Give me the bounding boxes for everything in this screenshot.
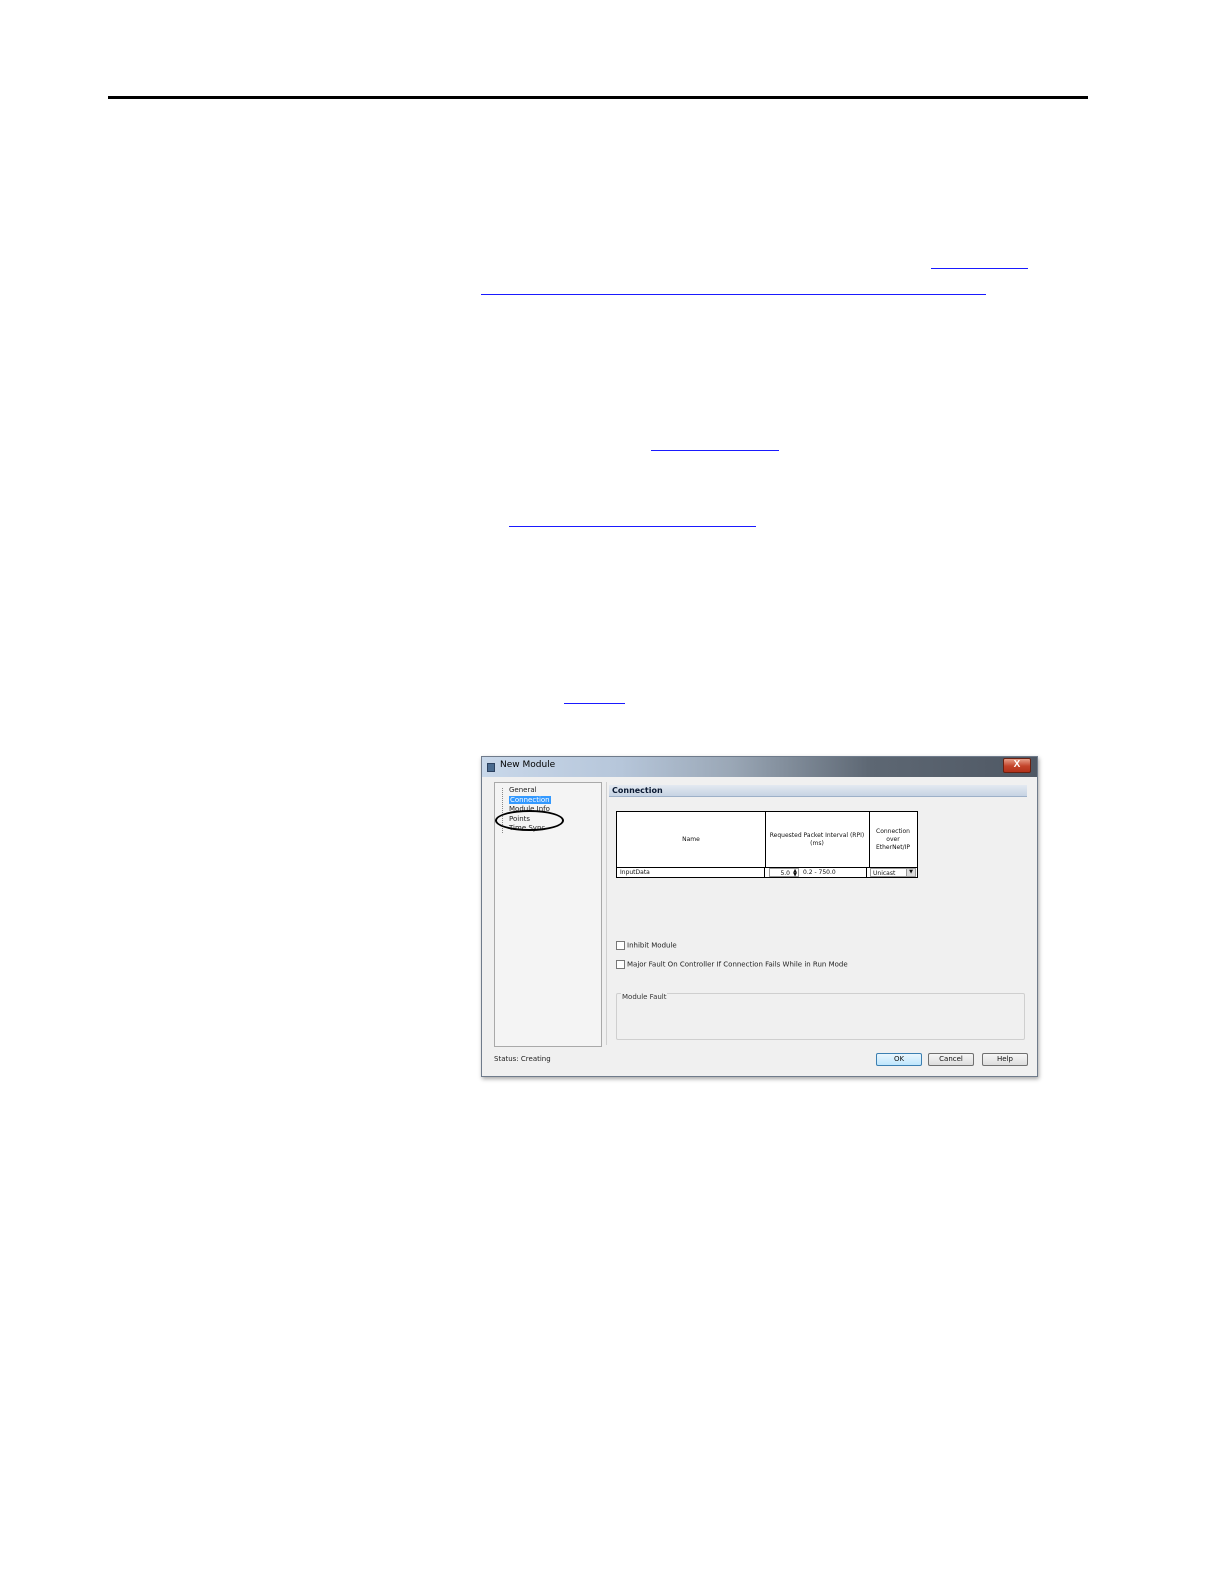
row-name: InputData xyxy=(617,868,765,877)
tree-item-general[interactable]: General xyxy=(503,786,537,795)
major-fault-label: Major Fault On Controller If Connection … xyxy=(627,960,848,969)
column-header-connection: Connection over EtherNet/IP xyxy=(875,827,911,851)
cancel-button[interactable]: Cancel xyxy=(928,1053,974,1066)
connection-panel: Connection Name Requested Packet Interva… xyxy=(606,782,1027,1045)
module-fault-group: Module Fault xyxy=(616,993,1025,1040)
rpi-stepper[interactable]: 5.0 ▲ ▼ xyxy=(769,868,799,878)
chevron-down-icon[interactable]: ▼ xyxy=(906,869,915,876)
status-text: Status: Creating xyxy=(494,1055,551,1063)
module-fault-label: Module Fault xyxy=(621,993,668,1001)
inhibit-module-option[interactable]: Inhibit Module xyxy=(616,941,677,950)
tree-item-connection[interactable]: Connection xyxy=(503,796,551,805)
section-title: Connection xyxy=(609,785,1027,797)
status-value: Creating xyxy=(520,1055,551,1063)
dialog-title: New Module xyxy=(500,760,556,770)
spinner-arrows-icon[interactable]: ▲ ▼ xyxy=(793,869,797,878)
ok-button[interactable]: OK xyxy=(876,1053,922,1066)
status-label: Status: xyxy=(494,1055,519,1063)
callout-ellipse xyxy=(495,810,564,831)
link-underline[interactable] xyxy=(564,703,625,704)
connection-type-value: Unicast xyxy=(873,870,896,877)
rpi-value: 5.0 xyxy=(780,870,790,877)
page-header-rule xyxy=(108,96,1088,99)
inhibit-module-label: Inhibit Module xyxy=(627,941,677,950)
link-underline[interactable] xyxy=(931,268,1028,269)
link-underline[interactable] xyxy=(481,294,986,295)
rpi-range: 0.2 - 750.0 xyxy=(801,868,867,877)
new-module-dialog: New Module X General Connection Module I… xyxy=(481,756,1038,1077)
table-row: InputData 5.0 ▲ ▼ 0.2 - 750.0 Unicast ▼ xyxy=(617,868,917,878)
connection-type-select[interactable]: Unicast ▼ xyxy=(870,868,916,877)
dialog-body: General Connection Module Info Points Ti… xyxy=(486,779,1033,1072)
column-header-rpi: Requested Packet Interval (RPI) (ms) xyxy=(765,812,870,867)
dialog-titlebar[interactable]: New Module X xyxy=(482,757,1037,777)
close-button[interactable]: X xyxy=(1003,758,1031,773)
major-fault-checkbox[interactable] xyxy=(616,960,625,969)
connection-table: Name Requested Packet Interval (RPI) (ms… xyxy=(616,811,918,878)
link-underline[interactable] xyxy=(651,450,779,451)
column-header-name: Name xyxy=(617,812,766,867)
link-underline[interactable] xyxy=(509,526,756,527)
major-fault-option[interactable]: Major Fault On Controller If Connection … xyxy=(616,960,848,969)
inhibit-module-checkbox[interactable] xyxy=(616,941,625,950)
app-icon xyxy=(487,763,495,772)
help-button[interactable]: Help xyxy=(982,1053,1028,1066)
